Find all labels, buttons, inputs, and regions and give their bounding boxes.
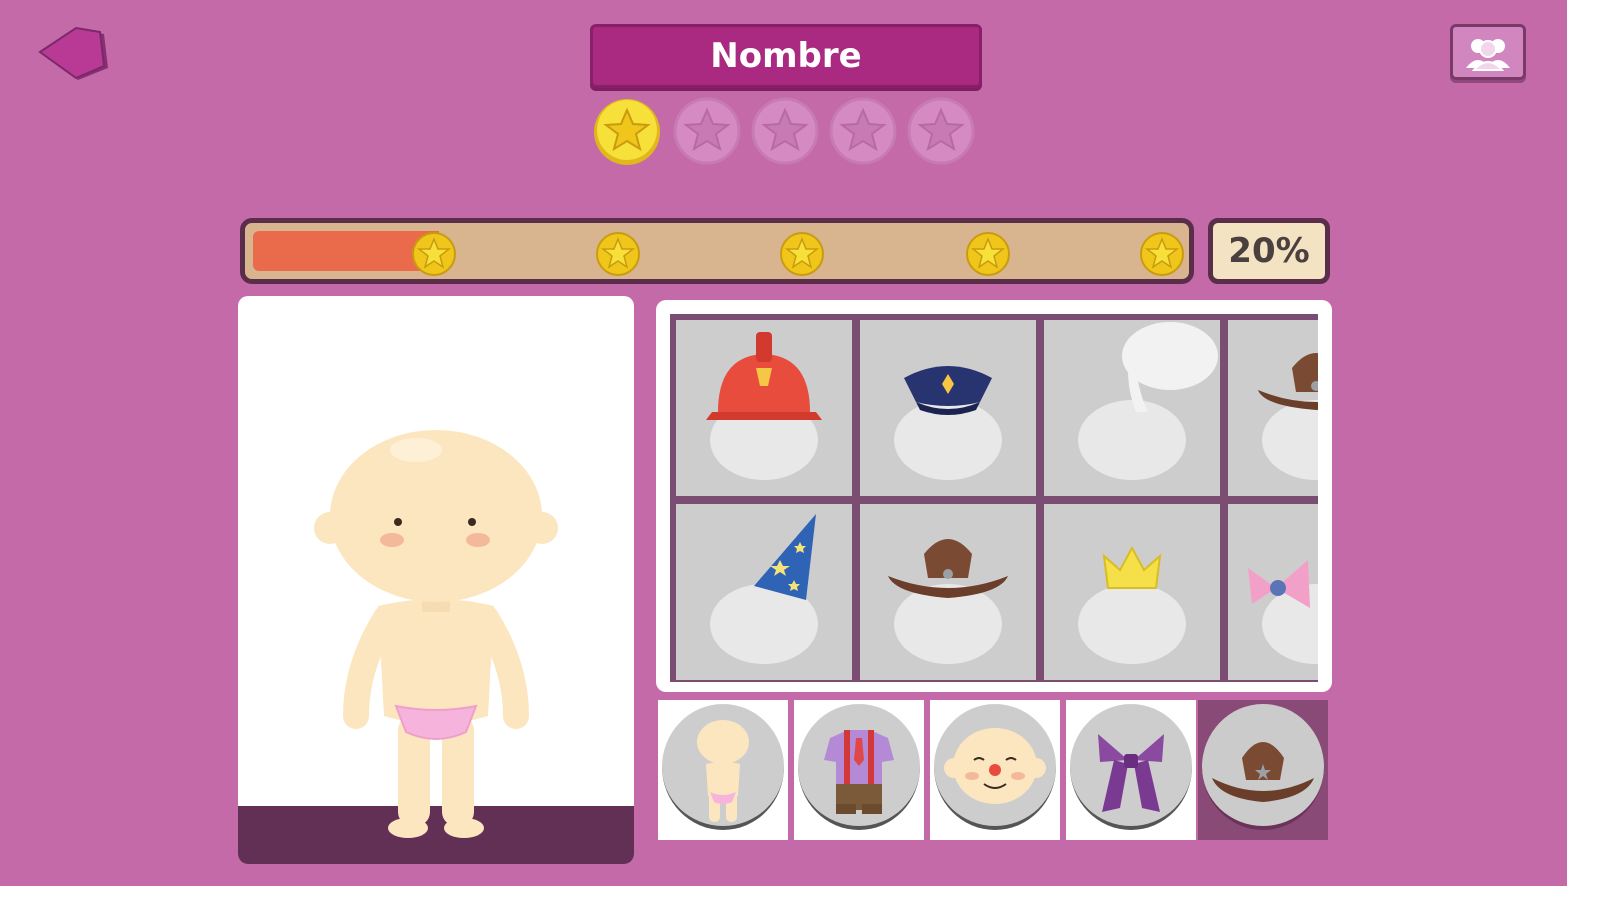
milestone-star-icon	[779, 231, 825, 277]
star-earned-icon	[592, 96, 662, 166]
progress-percent: 20%	[1208, 218, 1330, 284]
star-empty-icon	[906, 96, 976, 166]
item-cowboy-hat[interactable]	[1228, 320, 1318, 496]
star-empty-icon	[828, 96, 898, 166]
body-icon	[697, 720, 749, 822]
users-button[interactable]	[1450, 24, 1526, 80]
chef-hat-icon	[1078, 322, 1218, 480]
player-name-label: Nombre	[710, 36, 862, 76]
item-chef-hat[interactable]	[1044, 320, 1220, 496]
item-bow[interactable]	[1228, 504, 1318, 680]
category-tab-hair[interactable]	[1066, 700, 1196, 840]
item-fire-helmet[interactable]	[676, 320, 852, 496]
hair-icon	[1098, 734, 1164, 812]
item-wizard-hat[interactable]	[676, 504, 852, 680]
police-cap-icon	[894, 366, 1002, 480]
bow-icon	[1248, 560, 1318, 664]
category-tab-face[interactable]	[930, 700, 1060, 840]
item-police-cap[interactable]	[860, 320, 1036, 496]
clothes-icon	[824, 730, 894, 814]
baby-avatar-figure	[314, 430, 558, 838]
face-icon	[944, 728, 1046, 804]
milestone-star-icon	[411, 231, 457, 277]
avatar-preview	[238, 296, 634, 864]
back-button[interactable]	[38, 24, 112, 86]
item-cowboy-hat-2[interactable]	[860, 504, 1036, 680]
screen-border-bottom	[0, 886, 1599, 900]
wizard-hat-icon	[710, 514, 818, 664]
item-crown[interactable]	[1044, 504, 1220, 680]
star-empty-icon	[750, 96, 820, 166]
cowboy-hat-icon	[1258, 353, 1318, 480]
milestone-star-icon	[595, 231, 641, 277]
milestone-star-icon	[1139, 231, 1185, 277]
star-empty-icon	[672, 96, 742, 166]
items-grid	[670, 314, 1318, 682]
items-panel	[656, 300, 1332, 692]
category-tab-body[interactable]	[658, 700, 788, 840]
category-tab-clothes[interactable]	[794, 700, 924, 840]
milestone-star-icon	[965, 231, 1011, 277]
hat-icon	[1212, 742, 1314, 802]
player-name-banner[interactable]: Nombre	[590, 24, 982, 88]
progress-bar	[240, 218, 1194, 284]
fire-helmet-icon	[706, 332, 822, 480]
users-icon	[1466, 39, 1510, 71]
crown-icon	[1078, 545, 1186, 664]
progress-percent-label: 20%	[1228, 231, 1310, 271]
cowboy-hat-icon	[888, 539, 1008, 664]
back-arrow-icon	[38, 26, 108, 80]
screen-border-right	[1567, 0, 1599, 900]
category-tab-hat[interactable]	[1198, 700, 1328, 840]
